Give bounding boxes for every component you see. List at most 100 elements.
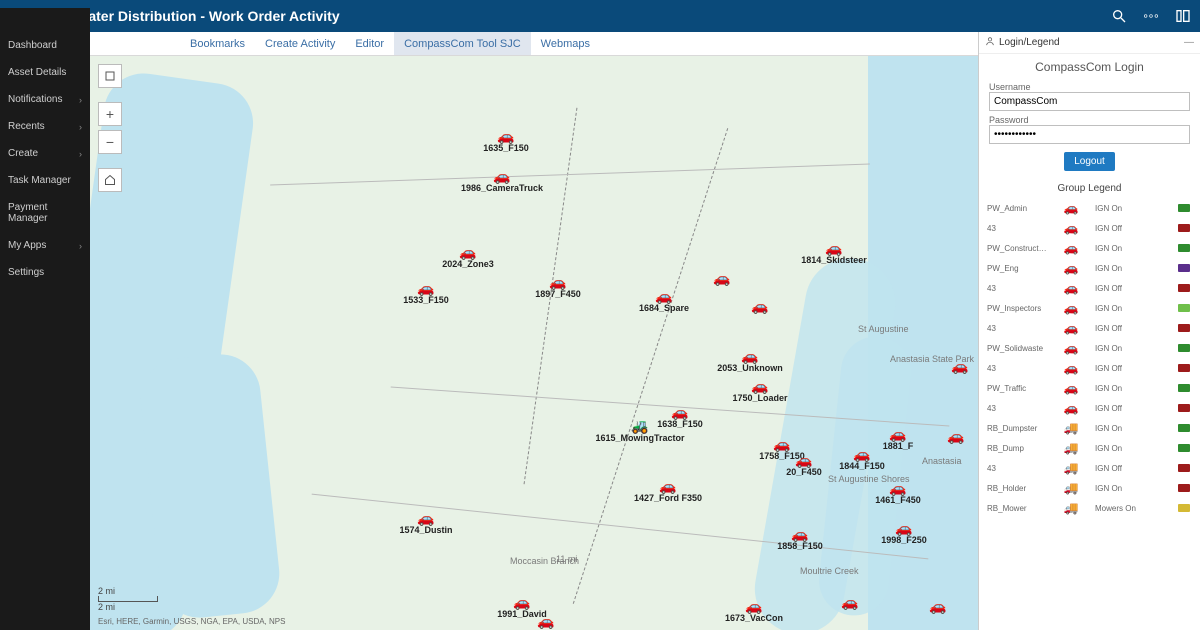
legend-group-name: 43 bbox=[987, 224, 1047, 233]
zoom-out-button[interactable]: − bbox=[98, 130, 122, 154]
legend-row[interactable]: 43🚗IGN Off bbox=[979, 358, 1200, 378]
sidebar-item-create[interactable]: Create› bbox=[0, 140, 90, 167]
left-sidebar: DashboardAsset DetailsNotifications›Rece… bbox=[0, 8, 90, 630]
legend-row[interactable]: RB_Dump🚚IGN On bbox=[979, 438, 1200, 458]
vehicle-marker[interactable]: 🚗1673_VacCon bbox=[745, 599, 762, 613]
vehicle-marker[interactable]: 🚗 bbox=[841, 595, 858, 609]
vehicle-marker[interactable]: 🚗 bbox=[537, 614, 554, 628]
more-icon[interactable] bbox=[1142, 7, 1160, 25]
vehicle-marker[interactable]: 🚗1750_Loader bbox=[751, 379, 768, 393]
legend-row[interactable]: PW_Inspectors🚗IGN On bbox=[979, 298, 1200, 318]
sidebar-item-label: Task Manager bbox=[8, 175, 71, 186]
vehicle-marker[interactable]: 🚗1635_F150 bbox=[497, 129, 514, 143]
place-label: Moultrie Creek bbox=[800, 566, 859, 576]
zoom-in-button[interactable]: + bbox=[98, 102, 122, 126]
legend-swatch bbox=[1178, 424, 1190, 432]
sidebar-item-label: Payment Manager bbox=[8, 202, 82, 224]
toolbar: BookmarksCreate ActivityEditorCompassCom… bbox=[90, 32, 978, 56]
legend-status: IGN On bbox=[1095, 304, 1174, 313]
legend-row[interactable]: PW_Traffic🚗IGN On bbox=[979, 378, 1200, 398]
car-icon: 🚗 bbox=[745, 599, 762, 613]
sidebar-item-my-apps[interactable]: My Apps› bbox=[0, 232, 90, 259]
legend-swatch bbox=[1178, 384, 1190, 392]
legend-status: IGN On bbox=[1095, 264, 1174, 273]
panel-toggle-icon[interactable] bbox=[1174, 7, 1192, 25]
toolbar-tab-bookmarks[interactable]: Bookmarks bbox=[180, 32, 255, 55]
vehicle-marker[interactable]: 🚗1844_F150 bbox=[853, 447, 870, 461]
vehicle-marker[interactable]: 🚗1758_F150 bbox=[773, 437, 790, 451]
legend-row[interactable]: PW_Construction🚗IGN On bbox=[979, 238, 1200, 258]
legend-swatch bbox=[1178, 364, 1190, 372]
car-icon: 🚗 bbox=[497, 129, 514, 143]
search-icon[interactable] bbox=[1110, 7, 1128, 25]
legend-row[interactable]: PW_Solidwaste🚗IGN On bbox=[979, 338, 1200, 358]
legend-status: IGN Off bbox=[1095, 364, 1174, 373]
vehicle-marker[interactable]: 🚗 bbox=[751, 299, 768, 313]
toolbar-tab-create-activity[interactable]: Create Activity bbox=[255, 32, 345, 55]
sidebar-item-asset-details[interactable]: Asset Details bbox=[0, 59, 90, 86]
legend-row[interactable]: RB_Mower🚚Mowers On bbox=[979, 498, 1200, 518]
vehicle-marker[interactable]: 🚗1897_F450 bbox=[549, 275, 566, 289]
car-icon: 🚗 bbox=[1051, 201, 1091, 215]
vehicle-marker[interactable]: 🚗1998_F250 bbox=[895, 521, 912, 535]
vehicle-marker[interactable]: 🚗1638_F150 bbox=[671, 405, 688, 419]
sidebar-item-dashboard[interactable]: Dashboard bbox=[0, 32, 90, 59]
vehicle-marker[interactable]: 🚗1986_CameraTruck bbox=[493, 169, 510, 183]
car-icon: 🚗 bbox=[549, 275, 566, 289]
vehicle-marker[interactable]: 🚗20_F450 bbox=[795, 453, 812, 467]
place-label: St Augustine Shores bbox=[828, 474, 910, 484]
legend-group-name: 43 bbox=[987, 404, 1047, 413]
legend-row[interactable]: 43🚚IGN Off bbox=[979, 458, 1200, 478]
sidebar-item-notifications[interactable]: Notifications› bbox=[0, 86, 90, 113]
car-icon: 🚗 bbox=[513, 595, 530, 609]
map-canvas[interactable]: + − 🚗1635_F150 🚗1986_CameraTruck 🚗2024_Zon… bbox=[90, 56, 978, 630]
vehicle-marker[interactable]: 🚗2024_Zone3 bbox=[459, 245, 476, 259]
legend-status: IGN Off bbox=[1095, 464, 1174, 473]
vehicle-marker[interactable]: 🚗1533_F150 bbox=[417, 281, 434, 295]
legend-swatch bbox=[1178, 404, 1190, 412]
sidebar-item-payment-manager[interactable]: Payment Manager bbox=[0, 194, 90, 232]
legend-row[interactable]: RB_Dumpster🚚IGN On bbox=[979, 418, 1200, 438]
vehicle-marker[interactable]: 🚗 bbox=[713, 271, 730, 285]
panel-title: CompassCom Login bbox=[979, 54, 1200, 78]
sidebar-item-settings[interactable]: Settings bbox=[0, 259, 90, 286]
toolbar-tab-editor[interactable]: Editor bbox=[345, 32, 394, 55]
legend-row[interactable]: 43🚗IGN Off bbox=[979, 398, 1200, 418]
legend-row[interactable]: 43🚗IGN Off bbox=[979, 218, 1200, 238]
toolbar-tab-webmaps[interactable]: Webmaps bbox=[531, 32, 600, 55]
username-input[interactable] bbox=[989, 92, 1190, 111]
vehicle-marker[interactable]: 🚗1684_Spare bbox=[655, 289, 672, 303]
vehicle-marker[interactable]: 🚗1574_Dustin bbox=[417, 511, 434, 525]
legend-row[interactable]: RB_Holder🚚IGN On bbox=[979, 478, 1200, 498]
vehicle-marker[interactable]: 🚗1881_F bbox=[889, 427, 906, 441]
vehicle-marker[interactable]: 🚗1991_David bbox=[513, 595, 530, 609]
car-icon: 🚗 bbox=[1051, 221, 1091, 235]
truck-icon: 🚚 bbox=[1051, 421, 1091, 435]
car-icon: 🚗 bbox=[1051, 361, 1091, 375]
vehicle-marker[interactable]: 🚗1814_Skidsteer bbox=[825, 241, 842, 255]
legend-row[interactable]: 43🚗IGN Off bbox=[979, 278, 1200, 298]
default-extent-button[interactable] bbox=[98, 64, 122, 88]
vehicle-marker[interactable]: 🚗 bbox=[947, 429, 964, 443]
vehicle-marker[interactable]: 🚗 bbox=[929, 599, 946, 613]
legend-row[interactable]: 43🚗IGN Off bbox=[979, 318, 1200, 338]
sidebar-item-task-manager[interactable]: Task Manager bbox=[0, 167, 90, 194]
legend-row[interactable]: PW_Eng🚗IGN On bbox=[979, 258, 1200, 278]
car-icon: 🚗 bbox=[751, 379, 768, 393]
vehicle-marker[interactable]: 🚗1427_Ford F350 bbox=[659, 479, 676, 493]
car-icon: 🚗 bbox=[841, 595, 858, 609]
toolbar-tab-compasscom-tool-sjc[interactable]: CompassCom Tool SJC bbox=[394, 32, 531, 55]
sidebar-item-recents[interactable]: Recents› bbox=[0, 113, 90, 140]
vehicle-label: 1673_VacCon bbox=[725, 613, 783, 623]
vehicle-marker[interactable]: 🚗2053_Unknown bbox=[741, 349, 758, 363]
vehicle-marker[interactable]: 🚗1858_F150 bbox=[791, 527, 808, 541]
car-icon: 🚗 bbox=[1051, 381, 1091, 395]
legend-row[interactable]: PW_Admin🚗IGN On bbox=[979, 198, 1200, 218]
vehicle-marker[interactable]: 🚜1615_MowingTractor bbox=[631, 419, 648, 433]
car-icon: 🚗 bbox=[1051, 321, 1091, 335]
car-icon: 🚗 bbox=[947, 429, 964, 443]
password-input[interactable] bbox=[989, 125, 1190, 144]
minimize-icon[interactable]: — bbox=[1184, 37, 1194, 48]
home-button[interactable] bbox=[98, 168, 122, 192]
logout-button[interactable]: Logout bbox=[1064, 152, 1115, 171]
